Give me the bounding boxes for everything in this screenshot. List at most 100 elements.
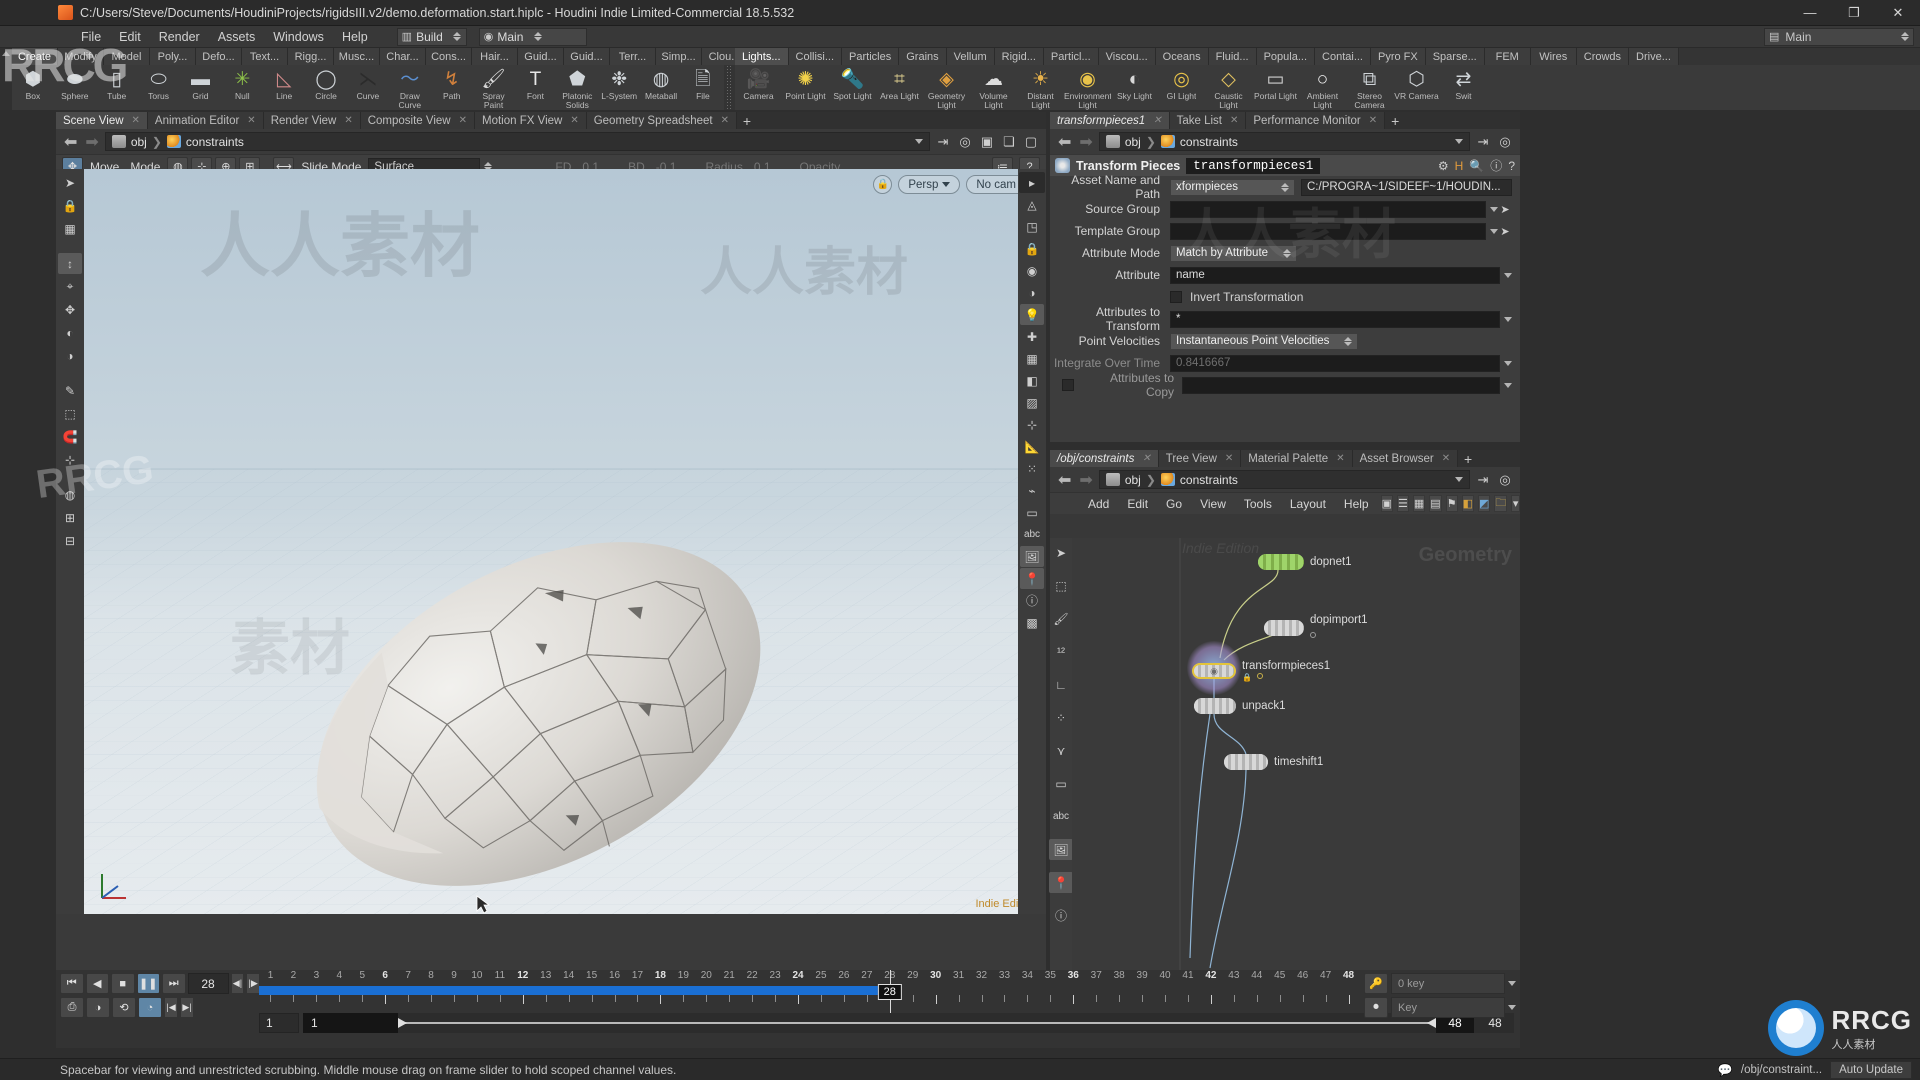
shelf-tool-torus[interactable]: ⬭Torus — [138, 67, 180, 101]
node-flags[interactable] — [1310, 627, 1368, 641]
close-icon[interactable]: ✕ — [1369, 115, 1377, 126]
snapshot-icon[interactable]: ⟲ — [112, 997, 136, 1018]
status-node-path[interactable]: /obj/constraint... — [1741, 1064, 1822, 1076]
text-icon[interactable]: ▭ — [1020, 502, 1044, 523]
shelf-tab-pyro-fx[interactable]: Pyro FX — [1371, 48, 1426, 65]
network-node-timeshift1[interactable]: timeshift1 — [1224, 754, 1323, 770]
keyframe-icon[interactable]: 🔑 — [1364, 973, 1388, 994]
shelf-tool-swit[interactable]: ⇄Swit — [1440, 67, 1487, 101]
shelf-tool-platonic-solids[interactable]: ⬟Platonic Solids — [556, 67, 598, 110]
net-target-icon[interactable]: ◎ — [1496, 471, 1514, 489]
play-reverse-button[interactable]: ◀ — [86, 973, 110, 994]
maximize-button[interactable]: ❐ — [1832, 0, 1876, 26]
shelf-tab-particles[interactable]: Particles — [842, 48, 899, 65]
shelf-tool-portal-light[interactable]: ▭Portal Light — [1252, 67, 1299, 101]
shelf-tool-path[interactable]: ↯Path — [431, 67, 473, 101]
menu-windows[interactable]: Windows — [264, 26, 333, 48]
shelf-tab-simp[interactable]: Simp... — [656, 48, 702, 65]
param-tab-performance-monitor[interactable]: Performance Monitor✕ — [1246, 112, 1385, 129]
pause-button[interactable]: ❚❚ — [137, 973, 161, 994]
pin-icon[interactable]: ⇥ — [934, 133, 952, 151]
net-breadcrumb-obj[interactable]: obj — [1125, 473, 1141, 487]
current-frame-field[interactable]: 28 — [188, 973, 229, 994]
net-tab-obj-constraints[interactable]: /obj/constraints✕ — [1050, 450, 1159, 467]
rail-collapse-icon[interactable]: ▸ — [1019, 172, 1045, 193]
playhead-frame-label[interactable]: 28 — [878, 984, 902, 1000]
shelf-tool-curve[interactable]: ⋋Curve — [347, 67, 389, 101]
net-menu-layout[interactable]: Layout — [1282, 497, 1334, 511]
target-icon[interactable]: ◎ — [956, 133, 974, 151]
info-icon[interactable]: ⓘ — [1020, 590, 1044, 611]
close-icon[interactable]: ✕ — [459, 115, 467, 126]
net-list-icon[interactable]: ☰ — [1397, 495, 1409, 512]
apps-icon[interactable]: ▩ — [1020, 612, 1044, 633]
viewport-3d[interactable]: 🔒 Persp No cam Indie Edition — [84, 169, 1046, 914]
shelf-tool-area-light[interactable]: ⌗Area Light — [876, 67, 923, 101]
audio-toggle-icon[interactable]: ◑ — [86, 997, 110, 1018]
range-start-field[interactable]: 1 — [259, 1013, 299, 1033]
caret-source-group[interactable] — [1490, 207, 1498, 212]
brush-icon[interactable]: 🖌 — [1049, 608, 1073, 629]
scene-tab-scene-view[interactable]: Scene View✕ — [56, 112, 148, 129]
net-palette-icon[interactable]: ◩ — [1478, 495, 1490, 512]
marker-icon[interactable]: 📍 — [1020, 568, 1044, 589]
uv-icon[interactable]: ▨ — [1020, 392, 1044, 413]
field-integrate-over-time[interactable]: 0.8416667 — [1170, 355, 1500, 372]
net-folder-icon[interactable]: 🗀 — [1494, 495, 1507, 512]
lock-icon[interactable]: 🔒 — [1020, 238, 1044, 259]
capture-icon[interactable]: ⬚ — [58, 403, 82, 424]
caret-attributes-to-copy[interactable] — [1504, 383, 1512, 388]
magnet-icon[interactable]: 🧲 — [58, 426, 82, 447]
abc-icon[interactable]: abc — [1020, 524, 1044, 545]
shelf-tab-crowds[interactable]: Crowds — [1577, 48, 1629, 65]
info-icon[interactable]: ⓘ — [1490, 157, 1502, 174]
menu-point-velocities[interactable]: Instantaneous Point Velocities — [1170, 333, 1358, 350]
marker-icon[interactable]: 📍 — [1049, 872, 1073, 893]
lasso-icon[interactable]: 🔒 — [58, 195, 82, 216]
net-color-icon[interactable]: ◧ — [1462, 495, 1474, 512]
box-select-icon[interactable]: ⬚ — [1049, 575, 1073, 596]
shelf-tool-file[interactable]: 🗎File — [682, 67, 724, 101]
orient-icon[interactable]: ⊞ — [58, 507, 82, 528]
checkbox-attributes-to-copy[interactable] — [1062, 379, 1074, 391]
shelf-tab-oceans[interactable]: Oceans — [1156, 48, 1209, 65]
handle-icon[interactable]: ◍ — [58, 484, 82, 505]
net-breadcrumb-constraints[interactable]: constraints — [1180, 473, 1238, 487]
shelf-tool-draw-curve[interactable]: 〜Draw Curve — [389, 67, 431, 110]
network-canvas[interactable]: Geometry Indie Edition dopnet1dopimport1… — [1072, 538, 1520, 970]
align-icon[interactable]: ⊟ — [58, 530, 82, 551]
caret-integrate-over-time[interactable] — [1504, 361, 1512, 366]
scene-add-tab-button[interactable]: + — [737, 112, 757, 129]
shelf-tool-null[interactable]: ✳Null — [221, 67, 263, 101]
close-icon[interactable]: ✕ — [1336, 453, 1344, 464]
nav-forward-icon[interactable]: ➡ — [83, 132, 100, 152]
scene-tab-render-view[interactable]: Render View✕ — [264, 112, 361, 129]
shelf-tab-contai[interactable]: Contai... — [1315, 48, 1371, 65]
net-nav-forward-icon[interactable]: ➡ — [1077, 470, 1094, 490]
angle-icon[interactable]: ∟ — [1049, 674, 1073, 695]
status-bubble-icon[interactable]: 💬 — [1718, 1063, 1733, 1077]
right-desktop-spinner-icon[interactable] — [1900, 32, 1909, 41]
shelf-tool-spot-light[interactable]: 🔦Spot Light — [829, 67, 876, 101]
range-slider-track[interactable]: 1 48 48 — [303, 1013, 1514, 1033]
desktop-selector[interactable]: ◉ Main — [479, 28, 587, 46]
network-breadcrumb[interactable]: obj ❯ constraints — [1099, 470, 1470, 489]
normals-icon[interactable]: ⌁ — [1020, 480, 1044, 501]
shelf-tab-cons[interactable]: Cons... — [426, 48, 472, 65]
xray-icon[interactable]: ◉ — [1020, 260, 1044, 281]
ghost-icon[interactable]: ◳ — [1020, 216, 1044, 237]
close-icon[interactable]: ✕ — [1153, 115, 1161, 126]
node-body[interactable] — [1224, 754, 1268, 770]
shelf-tab-rigid[interactable]: Rigid... — [995, 48, 1044, 65]
shelf-tab-hair[interactable]: Hair... — [472, 48, 518, 65]
shelf-tool-box[interactable]: ⬢Box — [12, 67, 54, 101]
close-icon[interactable]: ✕ — [344, 115, 352, 126]
scene-tab-motion-fx-view[interactable]: Motion FX View✕ — [475, 112, 587, 129]
param-breadcrumb-obj[interactable]: obj — [1125, 135, 1141, 149]
shelf-tab-musc[interactable]: Musc... — [334, 48, 380, 65]
shelf-tab-wires[interactable]: Wires — [1531, 48, 1577, 65]
checkbox-invert-transformation[interactable] — [1170, 291, 1182, 303]
shelf-tool-vr-camera[interactable]: ⬡VR Camera — [1393, 67, 1440, 101]
shelf-tool-gi-light[interactable]: ◎GI Light — [1158, 67, 1205, 101]
jump-to-start-button[interactable]: ⏮ — [60, 973, 84, 994]
